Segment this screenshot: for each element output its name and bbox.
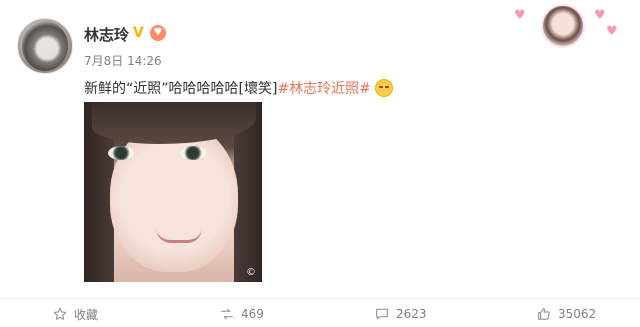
repost-icon xyxy=(219,306,235,322)
heart-icon: ♥ xyxy=(606,24,618,39)
user-name[interactable]: 林志玲 xyxy=(84,24,129,45)
fan-badge-icon: ♥ xyxy=(150,25,166,41)
comment-icon xyxy=(374,306,390,322)
post-photo[interactable]: © xyxy=(84,102,262,282)
decoration-portrait xyxy=(541,4,585,48)
comment-button[interactable]: 2623 xyxy=(374,305,427,323)
topic-link[interactable]: #林志玲近照# xyxy=(277,81,370,97)
verified-badge-icon: V xyxy=(133,25,144,41)
avatar-image xyxy=(22,21,68,71)
post-text: 新鲜的“近照”哈哈哈哈哈[壞笑]#林志玲近照# xyxy=(84,78,393,98)
weibo-post-card: 林志玲 V ♥ 7月8日 14:26 ♥ ♥ ♥ 新鲜的“近照”哈哈哈哈哈[壞笑… xyxy=(0,0,640,327)
thumb-up-icon xyxy=(536,306,552,322)
post-timestamp[interactable]: 7月8日 14:26 xyxy=(84,52,162,69)
favorite-button[interactable]: 收藏 xyxy=(52,305,98,323)
repost-button[interactable]: 469 xyxy=(219,305,264,323)
photo-bangs xyxy=(92,102,256,144)
like-count: 35062 xyxy=(558,307,597,321)
repost-count: 469 xyxy=(241,307,264,321)
smirk-emoji-icon xyxy=(374,79,393,97)
card-decoration: ♥ ♥ ♥ xyxy=(508,2,626,48)
like-button[interactable]: 35062 xyxy=(536,305,596,323)
photo-eye-right xyxy=(180,146,206,160)
favorite-label: 收藏 xyxy=(74,307,99,322)
comment-count: 2623 xyxy=(396,307,427,321)
post-text-body: 新鲜的“近照”哈哈哈哈哈[壞笑] xyxy=(84,81,278,97)
avatar[interactable] xyxy=(17,18,73,74)
photo-watermark: © xyxy=(246,267,256,278)
heart-icon: ♥ xyxy=(514,8,526,23)
photo-eye-left xyxy=(108,146,134,160)
photo-face xyxy=(110,122,238,272)
star-outline-icon xyxy=(52,306,68,322)
actions-divider xyxy=(0,298,640,299)
heart-icon: ♥ xyxy=(594,8,606,23)
